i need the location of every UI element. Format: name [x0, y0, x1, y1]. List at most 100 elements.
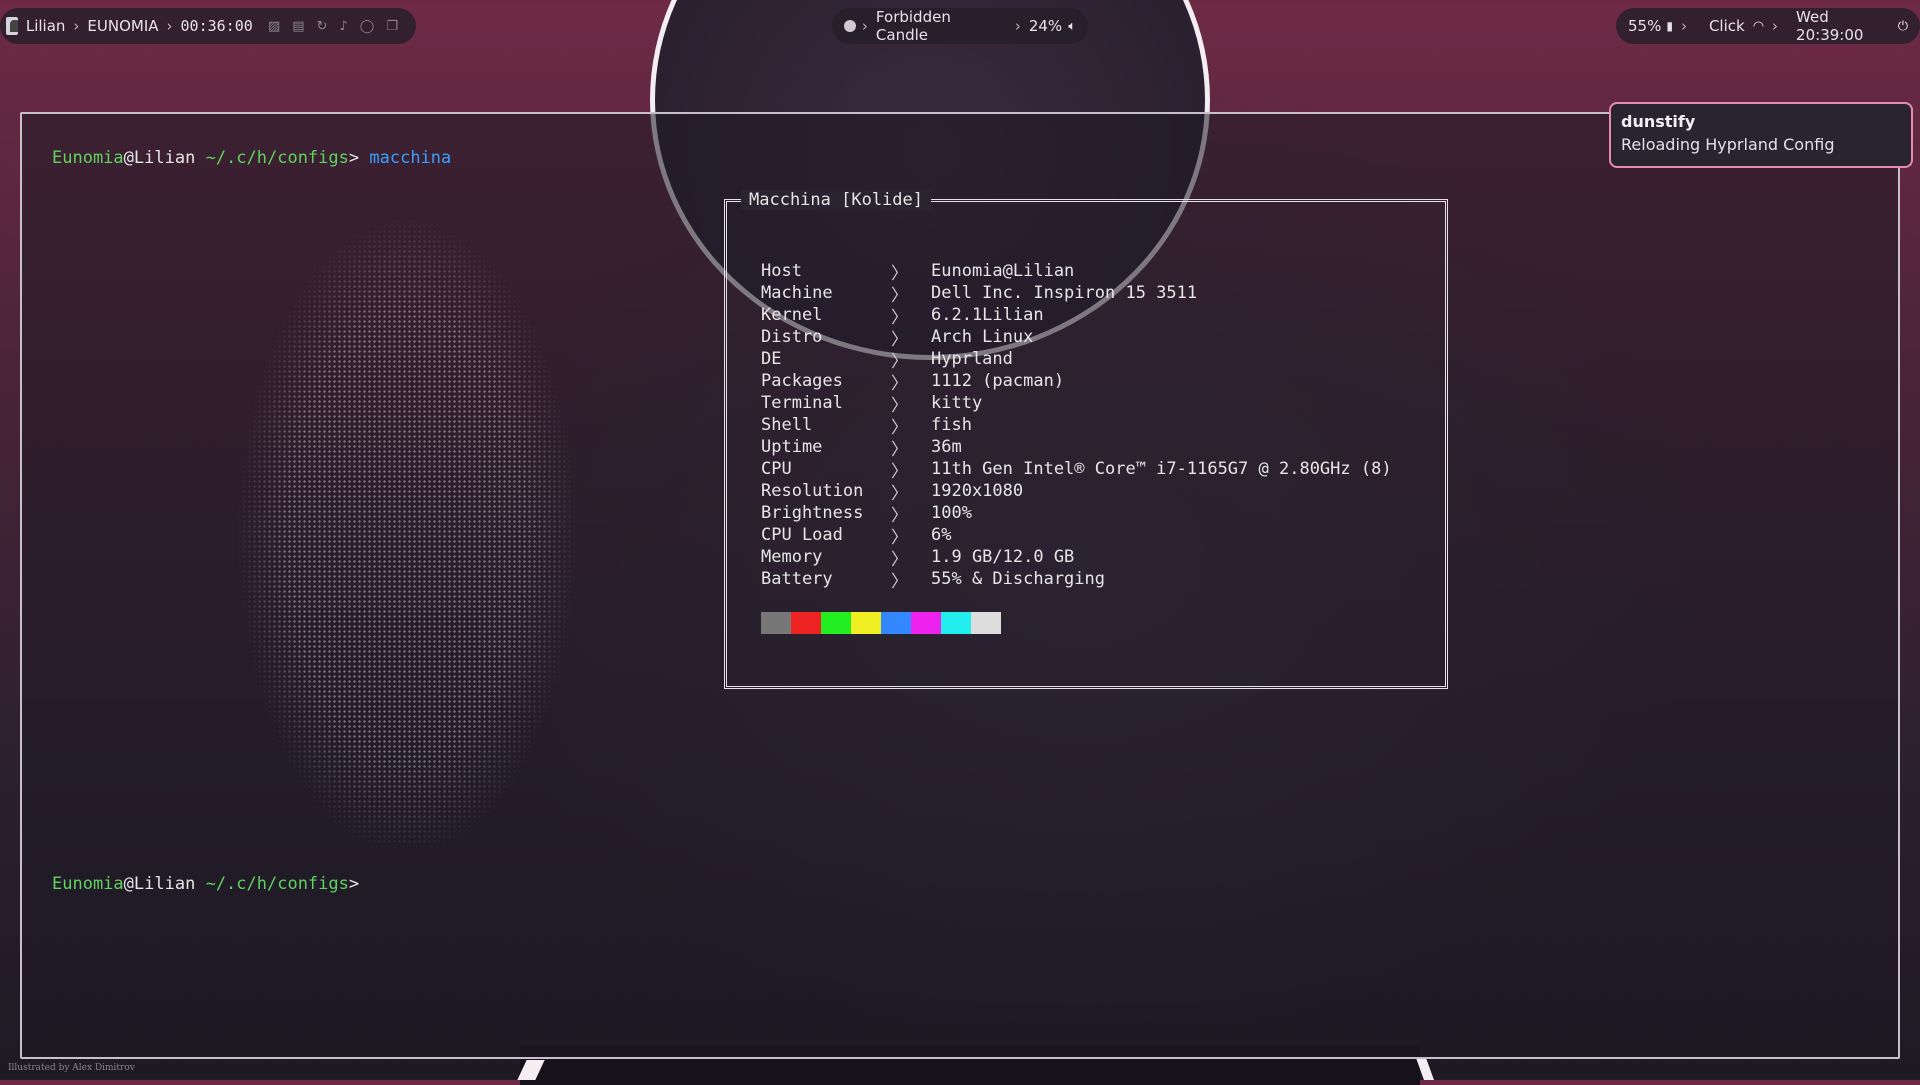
notification[interactable]: dunstify Reloading Hyprland Config — [1609, 102, 1913, 168]
power-icon[interactable]: ⏻ — [1898, 19, 1908, 34]
info-value: Eunomia@Lilian — [931, 261, 1075, 281]
prompt-symbol: > — [348, 874, 360, 894]
info-key: Machine — [761, 283, 833, 303]
battery-level[interactable]: 55% — [1628, 17, 1661, 35]
info-value: 1.9 GB/12.0 GB — [931, 547, 1075, 567]
volume-level[interactable]: 24% — [1029, 17, 1062, 35]
info-row: Brightness 〉 100% — [761, 502, 1392, 526]
info-key: Battery — [761, 569, 833, 589]
info-value: fish — [931, 415, 972, 435]
music-icon[interactable]: ♪ — [339, 19, 347, 34]
palette-swatch — [971, 612, 1001, 634]
terminal-window[interactable]: Eunomia@Lilian ~/.c/h/configs> macchina … — [20, 112, 1900, 1059]
avatar-icon[interactable] — [6, 17, 18, 35]
topbar-host[interactable]: EUNOMIA — [87, 17, 158, 35]
palette-swatch — [821, 612, 851, 634]
info-value: kitty — [931, 393, 983, 413]
media-icon[interactable] — [844, 20, 856, 32]
palette-swatch — [881, 612, 911, 634]
prompt-path: ~/.c/h/configs — [205, 874, 349, 894]
chevron-right-icon: › — [1014, 17, 1021, 35]
info-row: Kernel 〉 6.2.1Lilian — [761, 304, 1392, 328]
info-key: Uptime — [761, 437, 823, 457]
info-key: Memory — [761, 547, 823, 567]
prompt-user: Eunomia — [52, 874, 124, 894]
info-row: Host 〉 Eunomia@Lilian — [761, 260, 1392, 284]
wallpaper-credit: Illustrated by Alex Dimitrov — [8, 1063, 135, 1073]
topbar-center: › Forbidden Candle › 24% 🔈︎ — [832, 8, 1088, 44]
prompt-user: Eunomia — [52, 148, 124, 168]
info-key: Host — [761, 261, 802, 281]
ascii-art — [212, 204, 602, 844]
info-row: CPU 〉 11th Gen Intel® Core™ i7-1165G7 @ 2.… — [761, 458, 1392, 482]
save-icon[interactable]: ▤ — [292, 19, 304, 34]
info-value: 36m — [931, 437, 962, 457]
macchina-box: Macchina [Kolide] Host 〉 Eunomia@Lilian Mac… — [724, 190, 1448, 689]
topbar-uptime: 00:36:00 — [180, 17, 253, 35]
palette-swatch — [791, 612, 821, 634]
palette-swatch — [761, 612, 791, 634]
macchina-title: Macchina [Kolide] — [741, 190, 931, 210]
info-row: Shell 〉 fish — [761, 414, 1392, 438]
info-key: Resolution — [761, 481, 864, 501]
wifi-icon[interactable]: ◠ — [1753, 19, 1764, 34]
prompt-host: Lilian — [133, 148, 196, 168]
prompt-line-1: Eunomia@Lilian ~/.c/h/configs> macchina — [52, 148, 451, 168]
prompt-symbol: > — [348, 148, 360, 168]
chevron-right-icon: › — [73, 17, 80, 35]
info-row: Terminal 〉 kitty — [761, 392, 1392, 416]
info-key: Distro — [761, 327, 823, 347]
topbar-right: 55% ▮ › Click ◠ › Wed 20:39:00 ⏻ — [1616, 8, 1920, 44]
info-value: 6.2.1Lilian — [931, 305, 1044, 325]
topbar-user[interactable]: Lilian — [26, 17, 66, 35]
info-row: Machine 〉 Dell Inc. Inspiron 15 3511 — [761, 282, 1392, 306]
palette-swatch — [941, 612, 971, 634]
palette-swatch — [911, 612, 941, 634]
topbar-left: Lilian › EUNOMIA › 00:36:00 ▨ ▤ ↻ ♪ ◯ ❐ — [0, 8, 416, 44]
image-icon[interactable]: ▨ — [268, 19, 280, 34]
chat-icon[interactable]: ◯ — [360, 19, 375, 34]
info-value: Arch Linux — [931, 327, 1034, 347]
prompt-line-2[interactable]: Eunomia@Lilian ~/.c/h/configs> — [52, 874, 359, 894]
info-key: Packages — [761, 371, 843, 391]
info-key: Brightness — [761, 503, 864, 523]
info-row: CPU Load 〉 6% — [761, 524, 1392, 548]
notification-body: Reloading Hyprland Config — [1621, 135, 1835, 154]
info-value: Dell Inc. Inspiron 15 3511 — [931, 283, 1198, 303]
battery-icon: ▮ — [1666, 19, 1673, 33]
info-row: DE 〉 Hyprland — [761, 348, 1392, 372]
info-value: 1920x1080 — [931, 481, 1024, 501]
chevron-right-icon: › — [861, 17, 868, 35]
info-value: 1112 (pacman) — [931, 371, 1065, 391]
info-row: Battery 〉 55% & Discharging — [761, 568, 1392, 592]
notification-title: dunstify — [1621, 112, 1696, 131]
info-row: Uptime 〉 36m — [761, 436, 1392, 460]
chevron-right-icon: › — [1772, 17, 1779, 35]
info-value: 11th Gen Intel® Core™ i7-1165G7 @ 2.80GH… — [931, 459, 1392, 479]
window-icon[interactable]: ❐ — [386, 19, 398, 34]
info-row: Distro 〉 Arch Linux — [761, 326, 1392, 350]
info-key: CPU — [761, 459, 792, 479]
info-value: 6% — [931, 525, 952, 545]
info-row: Memory 〉 1.9 GB/12.0 GB — [761, 546, 1392, 570]
info-key: DE — [761, 349, 782, 369]
info-key: CPU Load — [761, 525, 843, 545]
macchina-rows: Host 〉 Eunomia@Lilian Machine 〉 Dell Inc. Ins… — [761, 260, 1392, 592]
info-key: Terminal — [761, 393, 843, 413]
info-key: Shell — [761, 415, 813, 435]
prompt-path: ~/.c/h/configs — [205, 148, 349, 168]
info-value: 55% & Discharging — [931, 569, 1105, 589]
volume-icon[interactable]: 🔈︎ — [1068, 19, 1076, 34]
refresh-icon[interactable]: ↻ — [317, 19, 328, 34]
clock[interactable]: Wed 20:39:00 — [1796, 8, 1890, 44]
info-value: Hyprland — [931, 349, 1013, 369]
network-label[interactable]: Click — [1709, 17, 1745, 35]
prompt-host: Lilian — [133, 874, 196, 894]
color-palette — [761, 612, 1001, 634]
info-key: Kernel — [761, 305, 823, 325]
palette-swatch — [851, 612, 881, 634]
info-value: 100% — [931, 503, 972, 523]
media-track[interactable]: Forbidden Candle — [876, 8, 1007, 44]
prompt-command: macchina — [369, 148, 452, 168]
chevron-right-icon: › — [166, 17, 173, 35]
